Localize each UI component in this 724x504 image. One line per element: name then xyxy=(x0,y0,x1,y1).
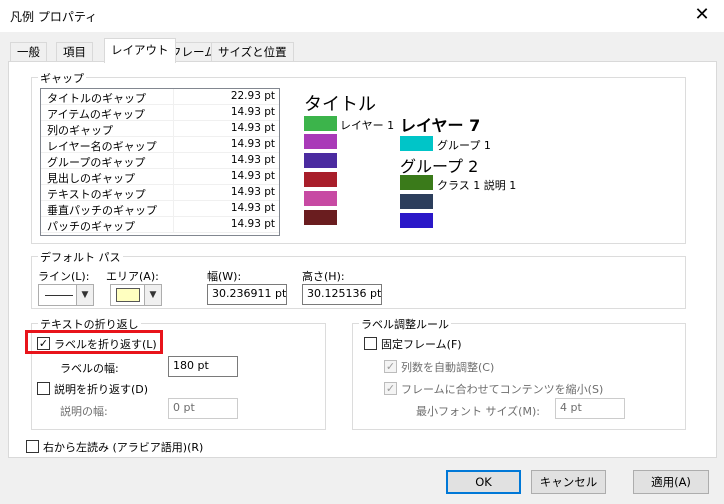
gap-row[interactable]: 列のギャップ 14.93 pt xyxy=(41,121,279,137)
gap-separator xyxy=(173,169,174,185)
height-field[interactable]: 30.125136 pt xyxy=(302,284,382,305)
preview-swatch-green xyxy=(304,116,337,131)
shrink-label[interactable]: フレームに合わせてコンテンツを縮小(S) xyxy=(401,381,603,397)
gap-name: 見出しのギャップ xyxy=(47,172,135,185)
area-style-preview xyxy=(116,288,140,302)
rtl-label[interactable]: 右から左読み (アラビア語用)(R) xyxy=(43,439,203,455)
preview-group2-label: グループ 2 xyxy=(400,157,479,176)
gap-group-title: ギャップ xyxy=(38,70,86,86)
gap-name: 垂直パッチのギャップ xyxy=(47,204,157,217)
gap-separator xyxy=(173,121,174,137)
preview-swatch-darkgreen xyxy=(400,175,433,190)
gap-name: タイトルのギャップ xyxy=(47,92,146,105)
gap-value: 14.93 pt xyxy=(230,170,275,182)
gap-name: 列のギャップ xyxy=(47,124,113,137)
tab-size-position[interactable]: サイズと位置 xyxy=(211,42,294,62)
tab-layout[interactable]: レイアウト xyxy=(104,38,176,63)
line-label: ライン(L): xyxy=(38,270,90,283)
gap-value: 14.93 pt xyxy=(230,122,275,134)
gap-row[interactable]: グループのギャップ 14.93 pt xyxy=(41,153,279,169)
gap-name: グループのギャップ xyxy=(47,156,146,169)
desc-width-field[interactable]: 0 pt xyxy=(168,398,238,419)
gap-name: パッチのギャップ xyxy=(47,220,135,233)
gap-separator xyxy=(173,105,174,121)
gap-separator xyxy=(173,201,174,217)
default-path-title: デフォルト パス xyxy=(38,249,123,265)
gap-value: 14.93 pt xyxy=(230,154,275,166)
gap-row[interactable]: アイテムのギャップ 14.93 pt xyxy=(41,105,279,121)
chevron-down-icon[interactable]: ▼ xyxy=(76,285,93,305)
gap-name: テキストのギャップ xyxy=(47,188,146,201)
width-label: 幅(W): xyxy=(207,270,242,283)
label-width-label: ラベルの幅: xyxy=(60,362,119,375)
wrap-labels-checkbox[interactable]: ✓ xyxy=(37,337,50,350)
gap-separator xyxy=(173,185,174,201)
min-font-field[interactable]: 4 pt xyxy=(555,398,625,419)
fixed-frame-label[interactable]: 固定フレーム(F) xyxy=(381,336,462,352)
title-bar xyxy=(0,0,724,32)
window-title: 凡例 プロパティ xyxy=(10,10,98,24)
gap-value: 22.93 pt xyxy=(230,90,275,102)
gap-value: 14.93 pt xyxy=(230,186,275,198)
apply-button[interactable]: 適用(A) xyxy=(633,470,709,494)
gap-separator xyxy=(173,137,174,153)
gap-value: 14.93 pt xyxy=(230,218,275,230)
preview-swatch-blue xyxy=(400,213,433,228)
gap-separator xyxy=(173,153,174,169)
height-label: 高さ(H): xyxy=(302,270,345,283)
gap-name: レイヤー名のギャップ xyxy=(47,140,157,153)
tab-items[interactable]: 項目 xyxy=(56,42,93,62)
desc-width-label: 説明の幅: xyxy=(60,405,108,418)
wrap-desc-checkbox[interactable] xyxy=(37,382,50,395)
preview-swatch-red xyxy=(304,172,337,187)
preview-title: タイトル xyxy=(304,94,376,115)
preview-class1-label: クラス 1 説明 1 xyxy=(437,179,517,192)
ok-button[interactable]: OK xyxy=(446,470,521,494)
preview-swatch-violet xyxy=(304,153,337,168)
auto-columns-checkbox[interactable]: ✓ xyxy=(384,360,397,373)
gap-row[interactable]: テキストのギャップ 14.93 pt xyxy=(41,185,279,201)
min-font-label: 最小フォント サイズ(M): xyxy=(416,405,540,418)
gap-name: アイテムのギャップ xyxy=(47,108,145,121)
tab-general[interactable]: 一般 xyxy=(10,42,47,62)
preview-swatch-maroon xyxy=(304,210,337,225)
gap-separator xyxy=(173,217,174,233)
shrink-checkbox[interactable]: ✓ xyxy=(384,382,397,395)
line-style-combo[interactable]: ▼ xyxy=(38,284,94,306)
rtl-checkbox[interactable] xyxy=(26,440,39,453)
preview-swatch-pink xyxy=(304,191,337,206)
gap-value: 14.93 pt xyxy=(230,106,275,118)
gap-row[interactable]: パッチのギャップ 14.93 pt xyxy=(41,217,279,233)
gap-separator xyxy=(173,89,174,105)
area-style-combo[interactable]: ▼ xyxy=(110,284,162,306)
fixed-frame-checkbox[interactable] xyxy=(364,337,377,350)
gap-row[interactable]: 垂直パッチのギャップ 14.93 pt xyxy=(41,201,279,217)
preview-swatch-purple xyxy=(304,134,337,149)
area-label: エリア(A): xyxy=(106,270,159,283)
width-field[interactable]: 30.236911 pt xyxy=(207,284,287,305)
line-style-preview xyxy=(45,295,73,296)
preview-swatch-teal xyxy=(400,136,433,151)
gap-value: 14.93 pt xyxy=(230,202,275,214)
label-width-field[interactable]: 180 pt xyxy=(168,356,238,377)
preview-swatch-navy xyxy=(400,194,433,209)
wrap-desc-label[interactable]: 説明を折り返す(D) xyxy=(54,381,148,397)
gap-row[interactable]: レイヤー名のギャップ 14.93 pt xyxy=(41,137,279,153)
wrap-labels-label[interactable]: ラベルを折り返す(L) xyxy=(54,336,157,352)
close-icon[interactable]: ✕ xyxy=(690,4,714,28)
chevron-down-icon[interactable]: ▼ xyxy=(144,285,161,305)
gap-row[interactable]: 見出しのギャップ 14.93 pt xyxy=(41,169,279,185)
gap-list[interactable]: タイトルのギャップ 22.93 pt アイテムのギャップ 14.93 pt 列のギャ… xyxy=(40,88,280,236)
gap-row[interactable]: タイトルのギャップ 22.93 pt xyxy=(41,89,279,105)
preview-layer1-label: レイヤー 1 xyxy=(340,119,395,132)
preview-group1-label: グループ 1 xyxy=(437,139,491,152)
cancel-button[interactable]: キャンセル xyxy=(531,470,606,494)
fit-rules-title: ラベル調整ルール xyxy=(359,316,451,332)
preview-layer7-label: レイヤー 7 xyxy=(400,116,481,135)
auto-columns-label[interactable]: 列数を自動調整(C) xyxy=(401,359,494,375)
gap-value: 14.93 pt xyxy=(230,138,275,150)
